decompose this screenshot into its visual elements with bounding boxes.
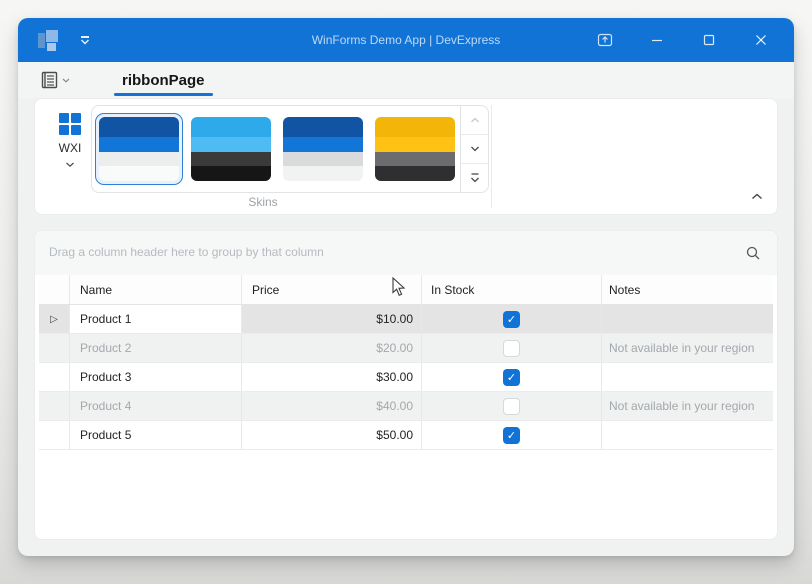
application-menu-button[interactable]	[40, 70, 70, 90]
gallery-scroll-down-button[interactable]	[461, 134, 488, 163]
chevron-down-icon	[470, 146, 480, 152]
grid-search-button[interactable]	[743, 243, 763, 263]
gallery-scroll-up-button[interactable]	[461, 106, 488, 134]
table-row[interactable]: Product 2 $20.00 Not available in your r…	[39, 334, 773, 363]
instock-cell[interactable]: ✓	[421, 305, 601, 333]
instock-checkbox[interactable]	[503, 340, 520, 357]
table-row[interactable]: Product 4 $40.00 Not available in your r…	[39, 392, 773, 421]
skins-gallery	[91, 105, 489, 193]
name-cell[interactable]: Product 4	[69, 392, 241, 420]
collapse-ribbon-button[interactable]	[751, 187, 763, 205]
row-indicator-cell	[39, 421, 69, 449]
tab-ribbonpage[interactable]: ribbonPage	[112, 62, 215, 98]
price-cell[interactable]: $20.00	[241, 334, 421, 362]
table-row[interactable]: ▷ Product 1 $10.00 ✓	[39, 305, 773, 334]
name-cell[interactable]: Product 3	[69, 363, 241, 391]
group-by-hint: Drag a column header here to group by th…	[49, 245, 324, 259]
dropdown-bar-icon	[470, 173, 480, 175]
price-cell[interactable]: $50.00	[241, 421, 421, 449]
row-indicator-cell	[39, 363, 69, 391]
instock-cell[interactable]	[421, 334, 601, 362]
data-grid-panel: Drag a column header here to group by th…	[34, 230, 778, 540]
grid-rows: ▷ Product 1 $10.00 ✓ Product 2 $20.00 No…	[39, 305, 773, 450]
instock-cell[interactable]: ✓	[421, 421, 601, 449]
notes-cell[interactable]: Not available in your region	[601, 392, 773, 420]
skin-tiles	[95, 113, 459, 185]
instock-checkbox[interactable]: ✓	[503, 311, 520, 328]
skin-preview-tile	[191, 117, 271, 181]
instock-cell[interactable]: ✓	[421, 363, 601, 391]
active-tab-underline	[114, 93, 213, 96]
price-cell[interactable]: $40.00	[241, 392, 421, 420]
skin-blue-gray[interactable]	[279, 113, 367, 185]
gallery-dropdown-button[interactable]	[461, 163, 488, 192]
wxi-dropdown-button[interactable]: WXI	[49, 109, 91, 173]
group-by-panel[interactable]: Drag a column header here to group by th…	[35, 231, 777, 275]
quick-access-dropdown-button[interactable]	[80, 36, 90, 45]
column-header-name[interactable]: Name	[69, 275, 241, 304]
instock-cell[interactable]	[421, 392, 601, 420]
ribbon-display-options-icon	[597, 33, 613, 47]
row-indicator-cell: ▷	[39, 305, 69, 333]
ribbon-tab-row: ribbonPage	[18, 62, 794, 98]
row-indicator-cell	[39, 334, 69, 362]
skin-preview-tile	[283, 117, 363, 181]
name-cell[interactable]: Product 5	[69, 421, 241, 449]
name-cell[interactable]: Product 2	[69, 334, 241, 362]
chevron-down-icon	[65, 162, 75, 168]
ribbon-group-separator	[491, 105, 492, 208]
app-window: WinForms Demo App | DevExpress	[18, 18, 794, 556]
column-header-notes[interactable]: Notes	[601, 275, 773, 304]
maximize-icon	[703, 34, 715, 46]
row-indicator-cell	[39, 392, 69, 420]
column-header-price[interactable]: Price	[241, 275, 421, 304]
wxi-button-label: WXI	[49, 141, 91, 155]
qat-bar-icon	[81, 36, 89, 38]
skin-preview-tile	[375, 117, 455, 181]
grid-area: Name Price In Stock Notes ▷ Product 1 $1…	[39, 275, 773, 539]
minimize-button[interactable]	[646, 29, 668, 51]
app-logo-icon	[38, 28, 62, 52]
instock-checkbox[interactable]: ✓	[503, 369, 520, 386]
close-button[interactable]	[750, 29, 772, 51]
instock-checkbox[interactable]	[503, 398, 520, 415]
chevron-down-icon	[80, 39, 90, 45]
skin-yellow-dark[interactable]	[371, 113, 459, 185]
maximize-button[interactable]	[698, 29, 720, 51]
price-cell[interactable]: $30.00	[241, 363, 421, 391]
chevron-up-icon	[751, 193, 763, 200]
tab-label: ribbonPage	[122, 72, 205, 89]
ribbon-group-caption: Skins	[35, 195, 491, 209]
chevron-down-icon	[62, 78, 70, 83]
notes-cell[interactable]	[601, 421, 773, 449]
search-icon	[745, 245, 761, 261]
ribbon-display-options-button[interactable]	[594, 29, 616, 51]
chevron-down-icon	[470, 177, 480, 183]
table-row[interactable]: Product 5 $50.00 ✓	[39, 421, 773, 450]
titlebar: WinForms Demo App | DevExpress	[18, 18, 794, 62]
instock-checkbox[interactable]: ✓	[503, 427, 520, 444]
table-row[interactable]: Product 3 $30.00 ✓	[39, 363, 773, 392]
notes-cell[interactable]	[601, 305, 773, 333]
notes-cell[interactable]: Not available in your region	[601, 334, 773, 362]
chevron-up-icon	[470, 117, 480, 123]
notes-cell[interactable]	[601, 363, 773, 391]
skin-office-blue[interactable]	[95, 113, 183, 185]
ribbon-content-panel: WXI Skins	[34, 98, 778, 215]
row-indicator-header	[39, 275, 69, 304]
price-cell[interactable]: $10.00	[241, 305, 421, 333]
close-icon	[755, 34, 767, 46]
column-header-instock[interactable]: In Stock	[421, 275, 601, 304]
skin-preview-tile	[99, 117, 179, 181]
grid-header-row: Name Price In Stock Notes	[39, 275, 773, 305]
name-cell[interactable]: Product 1	[69, 305, 241, 333]
minimize-icon	[651, 34, 663, 46]
skin-sky-dark[interactable]	[187, 113, 275, 185]
gallery-scrollbar	[460, 106, 488, 192]
wxi-grid-icon	[59, 113, 81, 135]
document-menu-icon	[40, 70, 60, 90]
